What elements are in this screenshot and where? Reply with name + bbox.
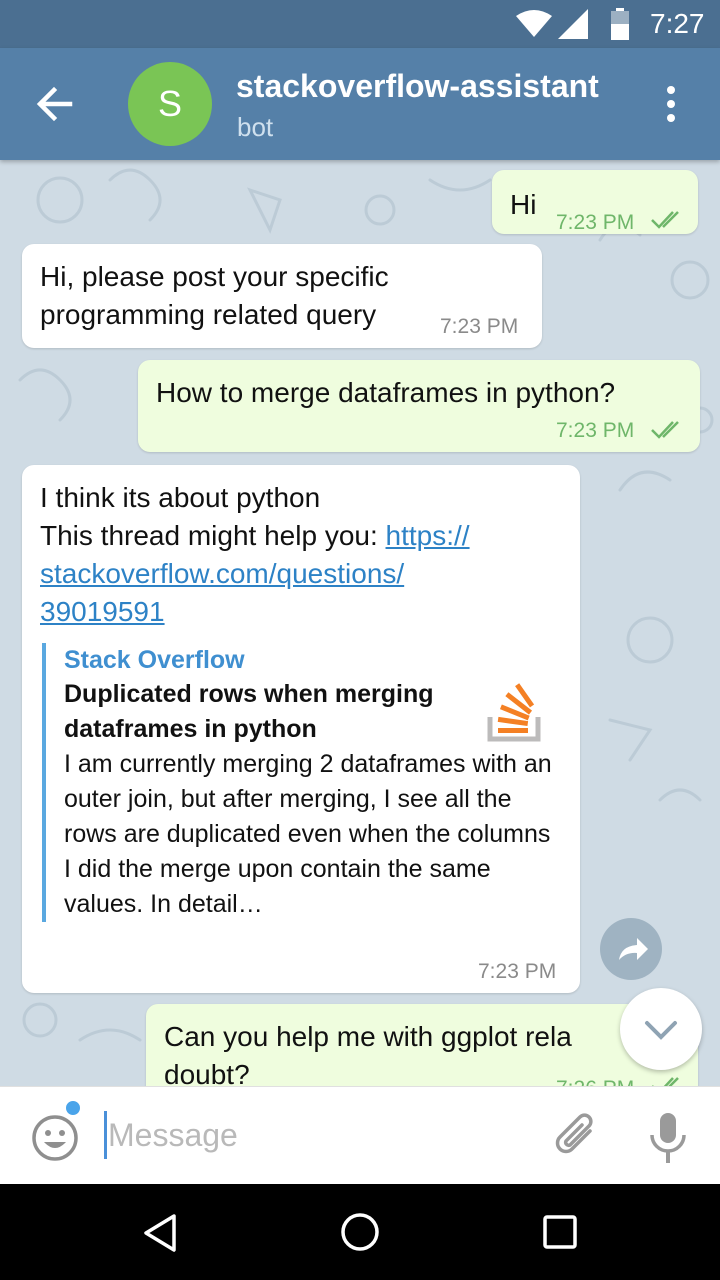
chat-header: S stackoverflow-assistant bot — [0, 48, 720, 160]
stackoverflow-logo-icon — [487, 683, 541, 742]
message-time: 7:26 PM — [556, 1076, 634, 1086]
avatar[interactable]: S — [128, 62, 212, 146]
more-vert-icon[interactable] — [656, 84, 686, 124]
incoming-message[interactable]: Hi, please post your specific programmin… — [22, 244, 542, 348]
link-preview-title: Duplicated rows when merging dataframes … — [64, 680, 434, 743]
wifi-icon — [516, 10, 552, 37]
outgoing-message[interactable]: Can you help me with ggplot rela doubt? … — [146, 1004, 698, 1086]
message-time: 7:23 PM — [556, 211, 635, 234]
thread-link[interactable]: https:// — [386, 520, 470, 551]
message-list[interactable]: Hi 7:23 PM Hi, please post your specific… — [0, 160, 720, 1086]
system-nav-bar — [0, 1184, 720, 1280]
text-cursor — [104, 1111, 107, 1159]
link-preview-site: Stack Overflow — [64, 646, 245, 674]
battery-icon — [611, 8, 629, 40]
message-composer — [0, 1086, 720, 1184]
mic-icon[interactable] — [644, 1109, 692, 1165]
link-preview-description: I am currently merging 2 dataframes with… — [64, 750, 552, 918]
chevron-down-icon — [645, 1021, 677, 1040]
message-input[interactable] — [108, 1109, 528, 1161]
message-text: How to merge dataframes in python? — [156, 377, 616, 408]
message-time: 7:23 PM — [478, 960, 557, 983]
back-arrow-icon[interactable] — [30, 78, 80, 130]
attach-icon[interactable] — [548, 1109, 604, 1165]
message-line: programming related query — [40, 299, 377, 330]
message-text: Hi — [510, 189, 537, 220]
message-line: This thread might help you: https:// — [40, 517, 560, 555]
message-line: I think its about python — [40, 482, 321, 513]
signal-icon — [558, 9, 588, 39]
notification-dot — [64, 1099, 82, 1117]
share-icon[interactable] — [600, 918, 662, 980]
clock: 7:27 — [650, 8, 705, 39]
nav-back-icon[interactable] — [140, 1212, 180, 1254]
link-preview[interactable]: Stack Overflow Duplicated rows when merg… — [42, 643, 552, 922]
outgoing-message[interactable]: Hi 7:23 PM — [492, 170, 698, 234]
thread-link-continued[interactable]: stackoverflow.com/questions/ — [40, 558, 404, 589]
nav-home-icon[interactable] — [338, 1210, 382, 1254]
double-check-icon — [652, 1077, 679, 1086]
nav-recents-icon[interactable] — [542, 1214, 578, 1250]
message-line: doubt? — [164, 1059, 250, 1086]
chat-title[interactable]: stackoverflow-assistant — [236, 68, 636, 105]
emoji-icon[interactable] — [30, 1113, 80, 1163]
double-check-icon — [651, 211, 679, 229]
message-time: 7:23 PM — [440, 315, 519, 338]
message-text: I think its about python This thread mig… — [40, 479, 560, 631]
scroll-to-bottom-button[interactable] — [620, 988, 702, 1070]
message-time: 7:23 PM — [556, 419, 635, 442]
thread-link-continued[interactable]: 39019591 — [40, 596, 165, 627]
message-line: Hi, please post your specific — [40, 261, 389, 292]
chat-subtitle: bot — [237, 112, 274, 142]
message-text: Hi, please post your specific programmin… — [40, 258, 389, 334]
status-bar: 7:27 — [0, 0, 720, 48]
message-text: Can you help me with ggplot rela doubt? — [164, 1018, 572, 1086]
double-check-icon — [651, 421, 679, 439]
message-line: Can you help me with ggplot rela — [164, 1021, 572, 1052]
message-line-text: This thread might help you: — [40, 520, 386, 551]
incoming-message[interactable]: I think its about python This thread mig… — [22, 465, 580, 993]
outgoing-message[interactable]: How to merge dataframes in python? 7:23 … — [138, 360, 700, 452]
